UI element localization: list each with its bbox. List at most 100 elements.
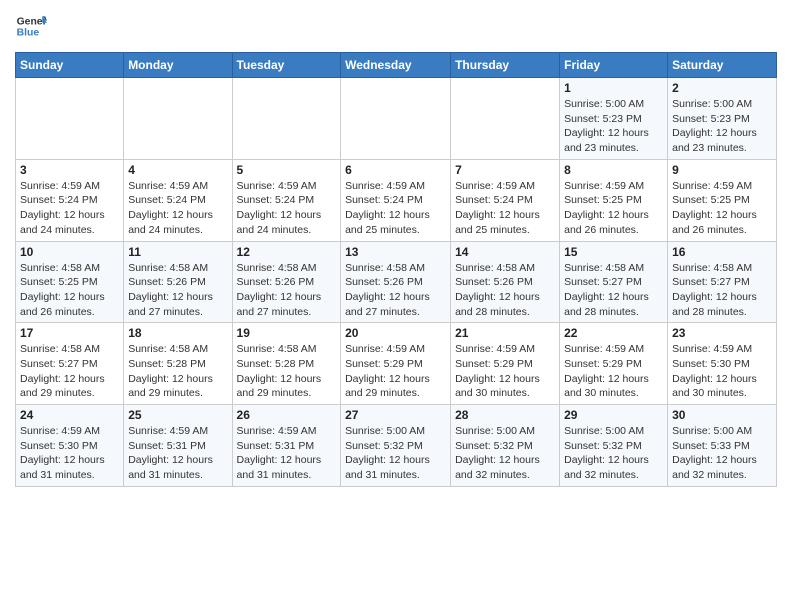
day-detail: Sunrise: 4:58 AM Sunset: 5:26 PM Dayligh… [345,261,446,320]
calendar-day-cell [341,78,451,160]
day-detail: Sunrise: 5:00 AM Sunset: 5:23 PM Dayligh… [672,97,772,156]
day-number: 20 [345,326,446,340]
calendar-day-cell: 29 Sunrise: 5:00 AM Sunset: 5:32 PM Dayli… [560,405,668,487]
calendar-day-cell: 13 Sunrise: 4:58 AM Sunset: 5:26 PM Dayli… [341,241,451,323]
day-detail: Sunrise: 4:58 AM Sunset: 5:26 PM Dayligh… [455,261,555,320]
weekday-header: Sunday [16,53,124,78]
calendar-day-cell [124,78,232,160]
day-number: 27 [345,408,446,422]
day-number: 19 [237,326,337,340]
weekday-header: Tuesday [232,53,341,78]
day-number: 23 [672,326,772,340]
calendar-day-cell: 1 Sunrise: 5:00 AM Sunset: 5:23 PM Daylig… [560,78,668,160]
day-detail: Sunrise: 5:00 AM Sunset: 5:23 PM Dayligh… [564,97,663,156]
day-detail: Sunrise: 4:58 AM Sunset: 5:25 PM Dayligh… [20,261,119,320]
calendar-day-cell [451,78,560,160]
day-number: 25 [128,408,227,422]
day-number: 10 [20,245,119,259]
day-detail: Sunrise: 4:58 AM Sunset: 5:28 PM Dayligh… [237,342,337,401]
day-number: 14 [455,245,555,259]
day-number: 13 [345,245,446,259]
day-number: 7 [455,163,555,177]
day-number: 18 [128,326,227,340]
day-number: 24 [20,408,119,422]
calendar-week-row: 1 Sunrise: 5:00 AM Sunset: 5:23 PM Daylig… [16,78,777,160]
day-number: 1 [564,81,663,95]
calendar-day-cell: 27 Sunrise: 5:00 AM Sunset: 5:32 PM Dayli… [341,405,451,487]
day-number: 6 [345,163,446,177]
day-detail: Sunrise: 4:59 AM Sunset: 5:31 PM Dayligh… [128,424,227,483]
day-number: 26 [237,408,337,422]
day-detail: Sunrise: 4:58 AM Sunset: 5:27 PM Dayligh… [672,261,772,320]
calendar-day-cell: 8 Sunrise: 4:59 AM Sunset: 5:25 PM Daylig… [560,159,668,241]
calendar-day-cell: 22 Sunrise: 4:59 AM Sunset: 5:29 PM Dayli… [560,323,668,405]
day-detail: Sunrise: 5:00 AM Sunset: 5:33 PM Dayligh… [672,424,772,483]
day-number: 12 [237,245,337,259]
calendar-day-cell: 25 Sunrise: 4:59 AM Sunset: 5:31 PM Dayli… [124,405,232,487]
svg-text:Blue: Blue [17,28,40,39]
logo-icon: General Blue [15,10,47,42]
calendar-day-cell: 4Sunrise: 4:59 AM Sunset: 5:24 PM Daylig… [124,159,232,241]
calendar-day-cell [16,78,124,160]
day-number: 9 [672,163,772,177]
day-detail: Sunrise: 4:59 AM Sunset: 5:24 PM Dayligh… [455,179,555,238]
calendar-day-cell: 17 Sunrise: 4:58 AM Sunset: 5:27 PM Dayli… [16,323,124,405]
day-detail: Sunrise: 4:58 AM Sunset: 5:27 PM Dayligh… [564,261,663,320]
logo: General Blue [15,10,47,42]
calendar-day-cell: 2Sunrise: 5:00 AM Sunset: 5:23 PM Daylig… [668,78,777,160]
calendar-day-cell: 28 Sunrise: 5:00 AM Sunset: 5:32 PM Dayli… [451,405,560,487]
weekday-header: Saturday [668,53,777,78]
day-detail: Sunrise: 4:59 AM Sunset: 5:29 PM Dayligh… [345,342,446,401]
day-number: 29 [564,408,663,422]
day-number: 15 [564,245,663,259]
day-number: 3 [20,163,119,177]
weekday-header: Wednesday [341,53,451,78]
day-detail: Sunrise: 5:00 AM Sunset: 5:32 PM Dayligh… [345,424,446,483]
day-detail: Sunrise: 4:58 AM Sunset: 5:28 PM Dayligh… [128,342,227,401]
day-detail: Sunrise: 4:59 AM Sunset: 5:24 PM Dayligh… [345,179,446,238]
day-number: 17 [20,326,119,340]
calendar-header-row: SundayMondayTuesdayWednesdayThursdayFrid… [16,53,777,78]
day-detail: Sunrise: 5:00 AM Sunset: 5:32 PM Dayligh… [564,424,663,483]
day-detail: Sunrise: 4:59 AM Sunset: 5:30 PM Dayligh… [20,424,119,483]
day-number: 28 [455,408,555,422]
day-number: 22 [564,326,663,340]
weekday-header: Friday [560,53,668,78]
calendar-day-cell: 30 Sunrise: 5:00 AM Sunset: 5:33 PM Dayli… [668,405,777,487]
calendar-week-row: 3 Sunrise: 4:59 AM Sunset: 5:24 PM Daylig… [16,159,777,241]
calendar-day-cell: 16Sunrise: 4:58 AM Sunset: 5:27 PM Dayli… [668,241,777,323]
day-detail: Sunrise: 5:00 AM Sunset: 5:32 PM Dayligh… [455,424,555,483]
day-number: 30 [672,408,772,422]
calendar-week-row: 24 Sunrise: 4:59 AM Sunset: 5:30 PM Dayli… [16,405,777,487]
day-detail: Sunrise: 4:59 AM Sunset: 5:25 PM Dayligh… [564,179,663,238]
day-detail: Sunrise: 4:59 AM Sunset: 5:25 PM Dayligh… [672,179,772,238]
calendar-day-cell: 15 Sunrise: 4:58 AM Sunset: 5:27 PM Dayli… [560,241,668,323]
day-detail: Sunrise: 4:59 AM Sunset: 5:29 PM Dayligh… [455,342,555,401]
calendar-day-cell: 11Sunrise: 4:58 AM Sunset: 5:26 PM Dayli… [124,241,232,323]
calendar-day-cell: 6 Sunrise: 4:59 AM Sunset: 5:24 PM Daylig… [341,159,451,241]
calendar-day-cell: 14 Sunrise: 4:58 AM Sunset: 5:26 PM Dayli… [451,241,560,323]
calendar-day-cell: 23 Sunrise: 4:59 AM Sunset: 5:30 PM Dayli… [668,323,777,405]
weekday-header: Thursday [451,53,560,78]
calendar-day-cell: 7 Sunrise: 4:59 AM Sunset: 5:24 PM Daylig… [451,159,560,241]
day-number: 8 [564,163,663,177]
day-detail: Sunrise: 4:59 AM Sunset: 5:31 PM Dayligh… [237,424,337,483]
calendar-day-cell: 26 Sunrise: 4:59 AM Sunset: 5:31 PM Dayli… [232,405,341,487]
day-detail: Sunrise: 4:58 AM Sunset: 5:27 PM Dayligh… [20,342,119,401]
day-detail: Sunrise: 4:59 AM Sunset: 5:29 PM Dayligh… [564,342,663,401]
calendar-day-cell: 12Sunrise: 4:58 AM Sunset: 5:26 PM Dayli… [232,241,341,323]
calendar-day-cell: 19 Sunrise: 4:58 AM Sunset: 5:28 PM Dayli… [232,323,341,405]
day-detail: Sunrise: 4:59 AM Sunset: 5:24 PM Dayligh… [20,179,119,238]
day-detail: Sunrise: 4:59 AM Sunset: 5:24 PM Dayligh… [237,179,337,238]
day-number: 5 [237,163,337,177]
calendar-day-cell [232,78,341,160]
day-number: 4 [128,163,227,177]
calendar-week-row: 17 Sunrise: 4:58 AM Sunset: 5:27 PM Dayli… [16,323,777,405]
calendar-day-cell: 3 Sunrise: 4:59 AM Sunset: 5:24 PM Daylig… [16,159,124,241]
calendar-day-cell: 24 Sunrise: 4:59 AM Sunset: 5:30 PM Dayli… [16,405,124,487]
calendar-day-cell: 21Sunrise: 4:59 AM Sunset: 5:29 PM Dayli… [451,323,560,405]
calendar-day-cell: 20 Sunrise: 4:59 AM Sunset: 5:29 PM Dayli… [341,323,451,405]
day-detail: Sunrise: 4:59 AM Sunset: 5:30 PM Dayligh… [672,342,772,401]
calendar-week-row: 10 Sunrise: 4:58 AM Sunset: 5:25 PM Dayli… [16,241,777,323]
page: General Blue SundayMondayTuesdayWednesda… [0,0,792,502]
